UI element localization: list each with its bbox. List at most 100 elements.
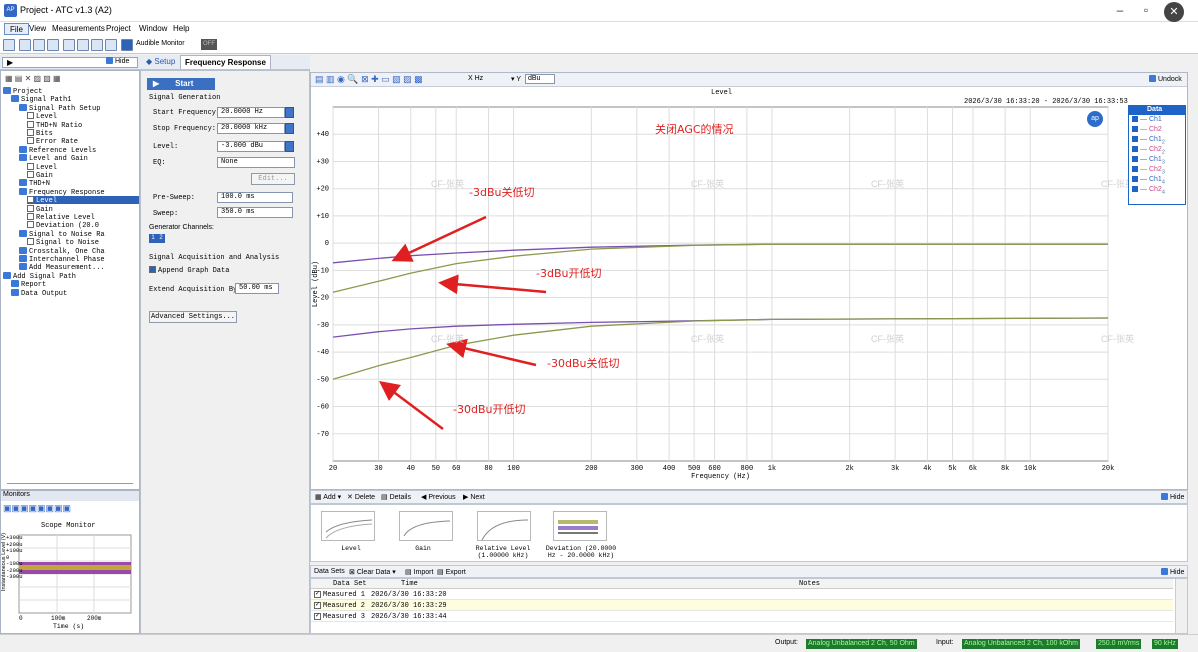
new-project-icon[interactable] <box>3 39 15 51</box>
legend-checkbox[interactable] <box>1132 176 1138 182</box>
table-row[interactable]: ✓ Measured 2 2026/3/30 16:33:29 <box>311 600 1173 611</box>
legend-item[interactable]: — Ch23 <box>1132 166 1165 175</box>
maximize-button[interactable]: ▫ <box>1134 3 1158 19</box>
tree-item[interactable]: Signal Path1 <box>11 95 139 104</box>
legend-item[interactable]: — Ch14 <box>1132 176 1165 185</box>
hz-status[interactable]: 90 kHz <box>1152 639 1178 649</box>
tree-item[interactable]: Project <box>3 87 139 96</box>
open-icon[interactable] <box>19 39 31 51</box>
start-freq-field[interactable]: 20.0000 Hz <box>217 107 285 118</box>
previous-button[interactable]: ◀ Previous <box>421 493 456 501</box>
generator-channel-2[interactable]: 2 <box>157 234 165 243</box>
legend-item[interactable]: — Ch2 <box>1132 126 1162 135</box>
table-row[interactable]: ✓ Measured 1 2026/3/30 16:33:20 <box>311 589 1173 600</box>
legend-item[interactable]: — Ch22 <box>1132 146 1165 155</box>
tree-item[interactable]: Data Output <box>11 288 139 298</box>
datasets-hide-button[interactable]: Hide <box>1161 568 1184 576</box>
close-button[interactable]: ✕ <box>1164 2 1184 22</box>
details-button[interactable]: ▤ Details <box>381 493 411 501</box>
results-hide-button[interactable]: Hide <box>1161 493 1184 501</box>
row-checkbox[interactable]: ✓ <box>314 613 321 620</box>
graph-tool-icons[interactable]: ▤ ▥ ◉ 🔍 ⊠ ✚ ▭ ▧ ▨ ▩ <box>315 74 423 85</box>
legend-checkbox[interactable] <box>1132 156 1138 162</box>
legend-checkbox[interactable] <box>1132 186 1138 192</box>
x-unit[interactable]: Hz <box>475 75 484 82</box>
stop-freq-spinner[interactable] <box>285 123 294 134</box>
generator-icon[interactable] <box>121 39 133 51</box>
tree-item[interactable]: Add Measurement... <box>19 263 139 272</box>
sweep-field[interactable]: 350.0 ms <box>217 207 293 218</box>
clear-data-button[interactable]: ⊠ Clear Data ▾ <box>349 568 396 576</box>
eq-edit-button[interactable]: Edit... <box>251 173 295 185</box>
tree-item[interactable]: Gain <box>27 204 139 214</box>
table-row[interactable]: ✓ Measured 3 2026/3/30 16:33:44 <box>311 611 1173 622</box>
tree-item[interactable]: Level <box>27 162 139 172</box>
stop-freq-field[interactable]: 20.0000 kHz <box>217 123 285 134</box>
tree-item[interactable]: Bits <box>27 129 139 138</box>
tree-item[interactable]: Add Signal Path <box>3 271 139 281</box>
report-icon[interactable] <box>77 39 89 51</box>
setup-tab[interactable]: ◆ Setup <box>146 57 175 66</box>
thumb-deviation[interactable] <box>553 511 607 541</box>
extend-field[interactable]: 50.00 ms <box>235 283 279 294</box>
export-button[interactable]: ▤ Export <box>437 568 466 576</box>
next-button[interactable]: ▶ Next <box>463 493 485 501</box>
properties-icon[interactable] <box>47 39 59 51</box>
presweep-field[interactable]: 100.0 ms <box>217 192 293 203</box>
legend-checkbox[interactable] <box>1132 126 1138 132</box>
tree-item[interactable]: THD+N <box>19 179 139 188</box>
tree-item[interactable]: THD+N Ratio <box>27 120 139 130</box>
append-checkbox[interactable] <box>149 266 156 273</box>
tree-item[interactable]: Interchannel Phase <box>19 255 139 264</box>
thumb-level[interactable] <box>321 511 375 541</box>
legend-item[interactable]: — Ch1 <box>1132 116 1162 125</box>
level-spinner[interactable] <box>285 141 294 152</box>
start-freq-spinner[interactable] <box>285 107 294 118</box>
import-button[interactable]: ▤ Import <box>405 568 433 576</box>
start-button[interactable]: ▶ Start <box>147 78 215 90</box>
delete-result-button[interactable]: ✕ Delete <box>347 493 375 501</box>
output-status[interactable]: Analog Unbalanced 2 Ch, 50 Ohm <box>806 639 917 649</box>
thumb-relative-level[interactable] <box>477 511 531 541</box>
undock-button[interactable]: Undock <box>1149 75 1182 83</box>
append-graph-data[interactable]: Append Graph Data <box>149 266 229 275</box>
tree-item[interactable]: Error Rate <box>27 137 139 146</box>
menu-project[interactable]: Project <box>101 23 136 35</box>
meter-icon[interactable] <box>91 39 103 51</box>
tree-item[interactable]: Frequency Response <box>19 187 139 197</box>
minimize-button[interactable]: – <box>1108 3 1132 19</box>
legend-item[interactable]: — Ch24 <box>1132 186 1165 195</box>
tree-item[interactable]: Deviation (20.0 <box>27 221 139 230</box>
tree-item[interactable]: Level and Gain <box>19 154 139 163</box>
tree-item[interactable]: Signal Path Setup <box>19 103 139 113</box>
tree-item[interactable]: Reference Levels <box>19 145 139 155</box>
save-icon[interactable] <box>33 39 45 51</box>
analyzer-icon[interactable] <box>105 39 117 51</box>
tree-item[interactable]: Gain <box>27 171 139 180</box>
legend-checkbox[interactable] <box>1132 136 1138 142</box>
add-result-button[interactable]: ▦ Add ▾ <box>315 493 341 501</box>
sequence-icon[interactable] <box>63 39 75 51</box>
generator-channel-1[interactable]: 1 <box>149 234 157 243</box>
table-scrollbar[interactable] <box>1175 579 1187 633</box>
vrms-status[interactable]: 250.0 mVrms <box>1096 639 1142 649</box>
legend-item[interactable]: — Ch13 <box>1132 156 1165 165</box>
tree-toolbar-icons[interactable]: ▦ ▤ ✕ ▨ ▨ ▦ <box>5 74 61 83</box>
legend-checkbox[interactable] <box>1132 116 1138 122</box>
input-status[interactable]: Analog Unbalanced 2 Ch, 100 kOhm <box>962 639 1081 649</box>
row-checkbox[interactable]: ✓ <box>314 602 321 609</box>
advanced-settings-button[interactable]: Advanced Settings... <box>149 311 237 323</box>
tree-item[interactable]: Signal to Noise <box>27 238 139 247</box>
legend-checkbox[interactable] <box>1132 146 1138 152</box>
level-field[interactable]: -3.000 dBu <box>217 141 285 152</box>
tree-item[interactable]: Level <box>27 196 139 205</box>
tree-hide-button[interactable]: Hide <box>106 57 129 65</box>
legend-checkbox[interactable] <box>1132 166 1138 172</box>
monitor-toolbar-icons[interactable]: ▣▣▣▣▣▣▣▣ <box>3 503 71 514</box>
eq-select[interactable]: None <box>217 157 295 168</box>
tree-item[interactable]: Signal to Noise Ra <box>19 229 139 239</box>
tree-item[interactable]: Report <box>11 280 139 289</box>
tree-item[interactable]: Relative Level <box>27 213 139 222</box>
tree-item[interactable]: Crosstalk, One Cha <box>19 246 139 256</box>
audible-monitor-toggle[interactable]: OFF <box>201 39 217 50</box>
